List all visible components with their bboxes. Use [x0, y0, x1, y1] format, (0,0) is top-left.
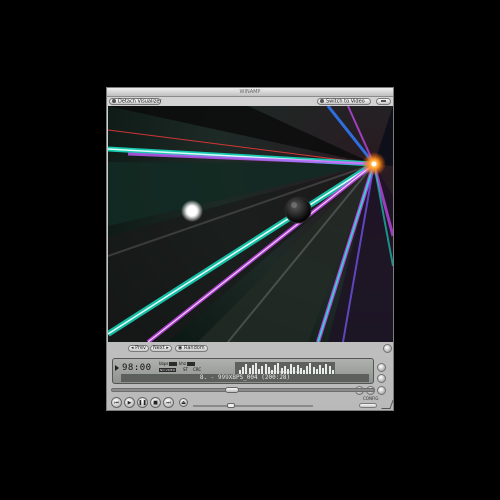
status-badge: NO VIDEO [159, 368, 177, 372]
prev-vis-icon: ◂ [131, 345, 134, 351]
next-button[interactable]: ⏭ [163, 397, 174, 408]
vis-next-label: Next [153, 345, 165, 351]
kbps-unit: kbps [159, 361, 169, 366]
close-button[interactable] [376, 98, 391, 105]
repeat-toggle[interactable] [377, 374, 386, 383]
vis-random-button[interactable]: ◉ Random [175, 345, 208, 352]
spectrum-bar [264, 364, 267, 374]
pause-button[interactable]: ❚❚ [137, 397, 148, 408]
vis-next-button[interactable]: Next ▸ [150, 345, 172, 352]
detach-visualizer-button[interactable]: Detach Visualizer [109, 98, 162, 105]
main-display: 98:00 kbps khz NO VIDEO ST CRC NEW VIDEO… [112, 358, 374, 384]
kbps-value [169, 362, 177, 366]
switch-to-video-button[interactable]: Switch to Video [317, 98, 371, 105]
play-status-icon [115, 365, 119, 371]
switch-icon [320, 99, 324, 103]
spectrum-bar [325, 364, 328, 374]
mode-stereo: ST [183, 367, 188, 372]
prev-icon: ⏮ [114, 400, 119, 406]
khz-unit: khz [179, 361, 186, 366]
spectrum-bar [309, 363, 312, 374]
spectrum-bar [283, 366, 286, 374]
next-vis-icon: ▸ [166, 345, 169, 351]
spectrum-bar [277, 363, 280, 374]
visualizer-image [108, 106, 393, 342]
shuffle-toggle[interactable] [377, 363, 386, 372]
spectrum-bar [242, 367, 245, 374]
visualizer-area[interactable] [108, 106, 393, 342]
stop-button[interactable]: ■ [150, 397, 161, 408]
vis-prev-label: Prev [135, 345, 147, 351]
eject-button[interactable]: ⏏ [179, 398, 188, 407]
play-icon: ▶ [127, 400, 132, 406]
spectrum-bar [251, 365, 254, 374]
song-marquee[interactable]: 8. - 999XBPS_004 (200:28) [121, 374, 369, 382]
spectrum-bar [296, 365, 299, 374]
volume-slider[interactable] [193, 403, 313, 408]
spectrum-bar [255, 363, 257, 374]
vis-random-label: Random [183, 345, 205, 351]
spectrum-bar [261, 366, 264, 374]
title-bar[interactable]: WINAMP [107, 88, 393, 97]
player-window: WINAMP Detach Visualizer Switch to Video [106, 87, 394, 411]
seek-thumb[interactable] [224, 387, 239, 393]
vis-prev-button[interactable]: ◂ Prev [128, 345, 150, 352]
config-label[interactable]: CONFIG [363, 396, 379, 401]
spectrum-bar [267, 367, 270, 374]
pause-icon: ❚❚ [138, 400, 147, 406]
spectrum-bar [293, 367, 296, 374]
close-icon [381, 99, 386, 102]
spectrum-bar [306, 366, 309, 374]
spectrum-bar [319, 365, 321, 374]
spectrum-bar [290, 364, 293, 374]
stop-icon: ■ [153, 400, 158, 406]
play-button[interactable]: ▶ [124, 397, 135, 408]
eject-icon: ⏏ [181, 400, 186, 406]
next-icon: ⏭ [166, 400, 171, 406]
vis-menu-button[interactable] [383, 344, 392, 353]
spectrum-analyzer[interactable]: NEW VIDEO BUTTON [235, 362, 335, 374]
spectrum-bar [245, 364, 248, 374]
switch-label: Switch to Video [326, 98, 365, 105]
config-button[interactable] [359, 403, 377, 408]
spectrum-bar [274, 365, 277, 374]
detach-label: Detach Visualizer [118, 98, 162, 105]
random-icon: ◉ [178, 345, 183, 351]
time-display[interactable]: 98:00 [122, 363, 152, 373]
prev-button[interactable]: ⏮ [111, 397, 122, 408]
resize-grip-icon[interactable] [381, 400, 394, 409]
mode-crc: CRC [193, 367, 202, 372]
seek-bar[interactable] [111, 387, 375, 393]
volume-thumb[interactable] [226, 403, 235, 408]
window-title: WINAMP [239, 89, 261, 95]
detach-icon [112, 99, 116, 103]
khz-value [187, 362, 195, 366]
options-toggle[interactable] [377, 386, 386, 395]
spectrum-bar [328, 366, 331, 374]
spectrum-bar [312, 367, 315, 374]
